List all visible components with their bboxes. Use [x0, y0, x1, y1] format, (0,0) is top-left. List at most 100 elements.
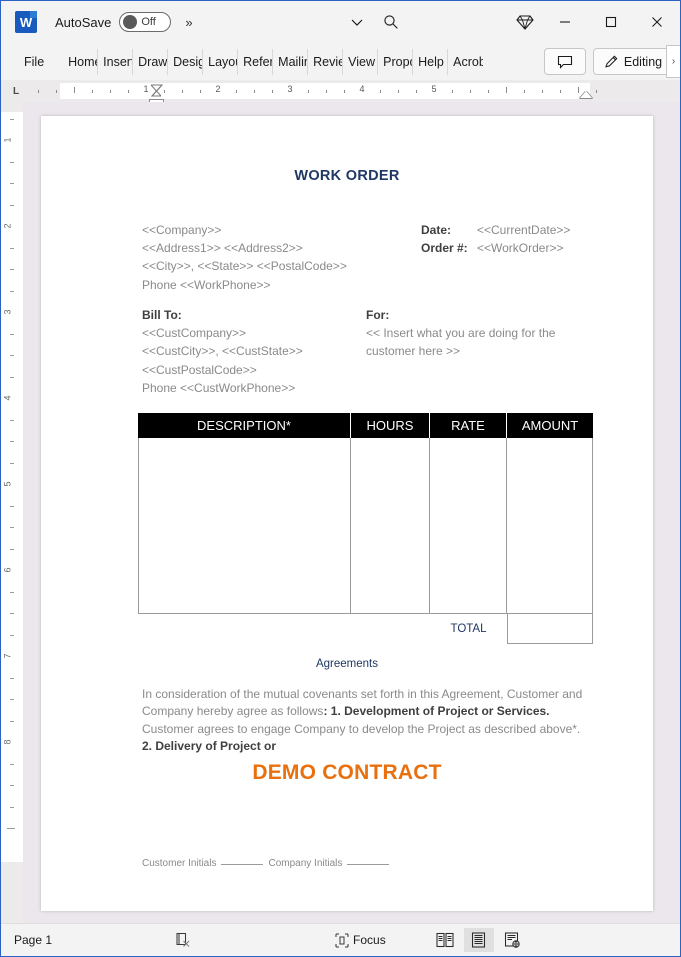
horizontal-ruler-track[interactable]: 1 2 3 4 5: [27, 83, 674, 108]
cell-rate[interactable]: [430, 438, 507, 614]
ruler-tick: [128, 90, 129, 93]
table-body-row[interactable]: [138, 438, 593, 614]
vertical-ruler-tick: [10, 269, 14, 270]
read-mode-icon: [436, 932, 454, 948]
total-value-cell[interactable]: [507, 614, 593, 644]
tab-file[interactable]: File: [19, 49, 49, 75]
vertical-ruler-tick: [10, 441, 14, 442]
customize-quick-access-icon[interactable]: [340, 7, 374, 37]
ruler-tick: [344, 90, 345, 93]
focus-icon: [335, 932, 349, 948]
autosave-toggle[interactable]: Off: [119, 12, 172, 32]
ruler-number: 3: [287, 84, 293, 94]
ruler-tick: [542, 90, 543, 93]
tab-view[interactable]: View: [343, 48, 379, 75]
proofing-status-button[interactable]: [175, 932, 192, 949]
vertical-ruler[interactable]: 1 2 3 4 5 6 7 8: [1, 102, 23, 924]
vertical-ruler-tick: [10, 118, 14, 120]
vertical-ruler-tick: [10, 634, 14, 636]
ruler-tick: [380, 90, 381, 93]
print-layout-button[interactable]: [463, 928, 494, 952]
autosave-toggle-knob: [123, 15, 138, 29]
view-mode-group: [430, 928, 528, 952]
page-indicator[interactable]: Page 1: [14, 933, 52, 947]
comments-button[interactable]: [544, 48, 586, 75]
vertical-ruler-tick: [10, 333, 14, 335]
customer-initials-label: Customer Initials: [142, 858, 217, 869]
work-order-table[interactable]: DESCRIPTION* HOURS RATE AMOUNT TOTAL: [138, 413, 593, 644]
ruler-tick: [470, 90, 471, 93]
maximize-button[interactable]: [588, 2, 634, 43]
status-bar: Page 1 Focus: [1, 923, 680, 956]
tab-draw[interactable]: Draw: [133, 48, 169, 75]
vertical-ruler-tick: [10, 247, 14, 249]
vertical-ruler-tick: [10, 376, 14, 378]
tab-proposify[interactable]: Proposify: [378, 48, 414, 75]
tab-stop-selector[interactable]: L: [5, 86, 27, 97]
print-layout-icon: [472, 932, 486, 948]
tab-insert[interactable]: Insert: [98, 48, 134, 75]
vertical-ruler-number: 8: [2, 739, 13, 745]
tab-design[interactable]: Design: [168, 48, 204, 75]
word-window: W AutoSave Off » File Hom Insert Draw De…: [0, 0, 681, 957]
document-title: WORK ORDER: [294, 168, 400, 184]
close-button[interactable]: [634, 2, 680, 43]
document-page[interactable]: WORK ORDER <<Company>> <<Address1>> <<Ad…: [41, 116, 653, 911]
tab-layout[interactable]: Layout: [203, 48, 239, 75]
focus-mode-button[interactable]: Focus: [335, 932, 386, 948]
vertical-ruler-tick: [7, 828, 15, 829]
document-canvas[interactable]: WORK ORDER <<Company>> <<Address1>> <<Ad…: [23, 102, 680, 924]
ruler-tick: [560, 90, 561, 93]
phone-line: Phone <<WorkPhone>>: [142, 277, 271, 292]
horizontal-ruler[interactable]: L 1 2 3 4 5: [1, 80, 680, 108]
demo-contract-watermark: DEMO CONTRACT: [252, 761, 442, 784]
editing-mode-label: Editing: [623, 54, 663, 69]
company-initials-blank[interactable]: [347, 864, 390, 865]
indent-marker-icon[interactable]: [149, 84, 164, 98]
customer-initials-blank[interactable]: [221, 864, 264, 865]
vertical-ruler-number: 5: [2, 481, 13, 487]
cell-hours[interactable]: [351, 438, 430, 614]
vertical-ruler-tick: [10, 290, 14, 292]
city-state-line: <<City>>, <<State>> <<PostalCode>>: [142, 259, 347, 274]
company-address-block: <<Company>> <<Address1>> <<Address2>> <<…: [142, 221, 347, 294]
ruler-number: 4: [359, 84, 365, 94]
column-header-amount: AMOUNT: [521, 418, 579, 433]
cell-description[interactable]: [138, 438, 351, 614]
copilot-premium-button[interactable]: [508, 7, 542, 37]
cell-amount[interactable]: [507, 438, 593, 614]
vertical-ruler-number: 6: [2, 567, 13, 573]
agreements-bold-1: : 1. Development of Project or Services.: [323, 704, 550, 719]
right-indent-marker[interactable]: [580, 91, 592, 98]
tab-review[interactable]: Review: [308, 48, 344, 75]
tab-help[interactable]: Help: [413, 48, 449, 75]
ruler-tick: [38, 90, 39, 93]
autosave-label: AutoSave: [55, 14, 112, 30]
tab-references[interactable]: References: [238, 48, 274, 75]
vertical-ruler-tick: [10, 204, 14, 206]
tab-home[interactable]: Home: [63, 48, 99, 75]
read-mode-button[interactable]: [430, 928, 460, 952]
ruler-tick: [92, 90, 93, 93]
company-initials-label: Company Initials: [268, 858, 343, 869]
editing-mode-button[interactable]: Editing: [593, 48, 673, 75]
vertical-ruler-tick: [10, 699, 14, 700]
date-label: Date:: [421, 223, 452, 237]
quick-access-more-icon[interactable]: »: [185, 15, 192, 30]
status-bar-top-divider: [61, 924, 680, 928]
minimize-button[interactable]: [542, 2, 588, 43]
vertical-ruler-number: 1: [2, 137, 13, 143]
ribbon-expand-button[interactable]: ›: [666, 45, 680, 78]
company-line: <<Company>>: [142, 223, 222, 237]
ruler-tick: [578, 87, 579, 93]
ruler-tick: [524, 90, 525, 93]
vertical-ruler-tick: [10, 548, 14, 550]
chevron-down-icon: [351, 19, 363, 26]
web-layout-button[interactable]: [498, 928, 528, 952]
tab-mailings[interactable]: Mailings: [273, 48, 309, 75]
search-button[interactable]: [374, 7, 408, 37]
tab-acrobat[interactable]: Acrobat: [448, 49, 483, 75]
cust-postal-line: <<CustPostalCode>>: [142, 362, 257, 377]
total-spacer: [138, 614, 430, 644]
title-bar: W AutoSave Off »: [1, 1, 680, 43]
